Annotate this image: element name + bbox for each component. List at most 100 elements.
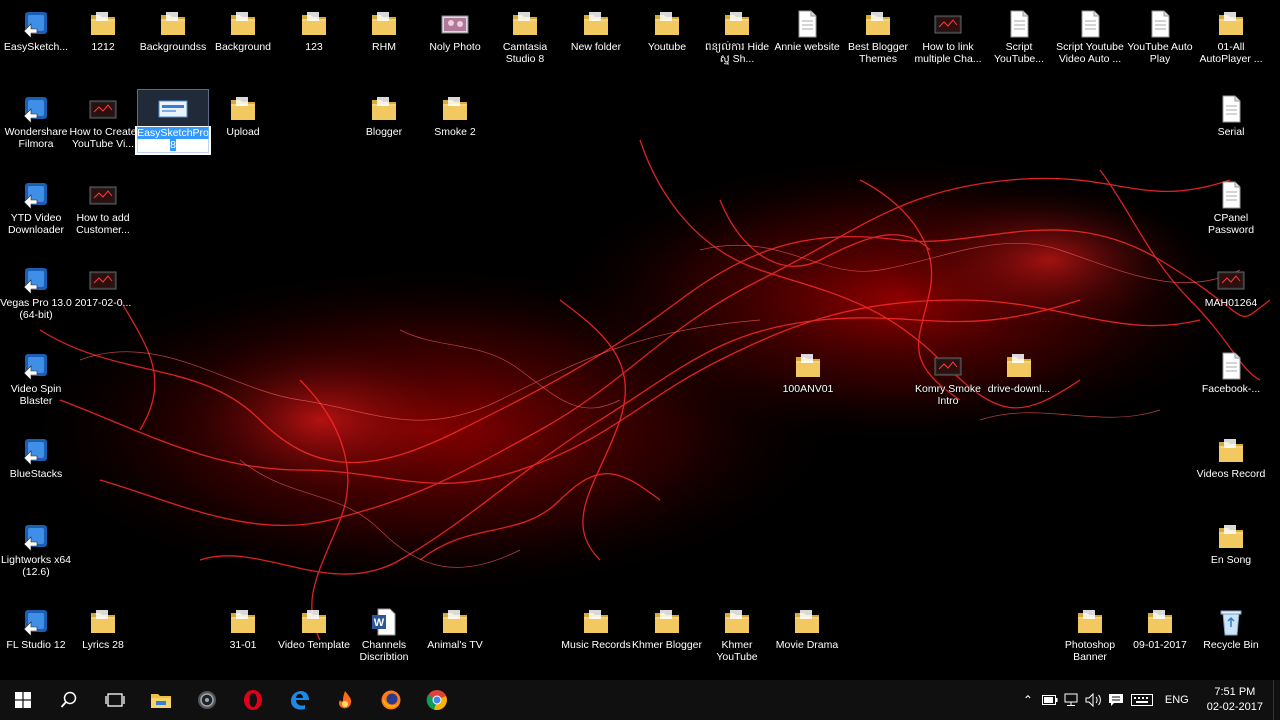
desktop-icon[interactable]: Upload [208,90,278,138]
desktop-icon[interactable]: EasySketch... [1,5,71,53]
desktop-icon[interactable]: Photoshop Banner [1055,603,1125,663]
desktop-icon[interactable]: 100ANV01 [773,347,843,395]
desktop-icon[interactable]: BlueStacks [1,432,71,480]
app-icon-wrap [158,94,188,124]
desktop-icon[interactable]: Video Template [278,603,350,651]
taskbar-clock[interactable]: 7:51 PM 02-02-2017 [1197,685,1273,715]
desktop-icon[interactable]: Movie Drama [772,603,842,651]
show-desktop-button[interactable] [1273,680,1280,720]
desktop-icon[interactable]: RHM [349,5,419,53]
desktop-icon[interactable]: W Channels Discribtion [349,603,419,663]
language-indicator[interactable]: ENG [1157,694,1197,706]
desktop-icon[interactable]: YTD Video Downloader [1,176,71,236]
desktop-icon[interactable]: Facebook-... [1196,347,1266,395]
desktop-icon[interactable]: 123 [279,5,349,53]
desktop-icon[interactable]: Script YouTube... [984,5,1054,65]
desktop-icon[interactable]: How to link multiple Cha... [913,5,983,65]
desktop-icon[interactable]: Noly Photo [420,5,490,53]
rename-input[interactable]: EasySketchPro 8 [135,126,211,155]
start-button[interactable] [0,680,46,720]
desktop-icon[interactable]: Youtube [632,5,702,53]
desktop-icon[interactable]: Lightworks x64 (12.6) [1,518,71,578]
desktop-icon[interactable]: Khmer Blogger [632,603,702,651]
desktop-icon[interactable]: YouTube Auto Play [1125,5,1195,65]
taskbar-opera[interactable] [230,680,276,720]
folder-icon [1219,525,1243,548]
desktop-icon[interactable]: Khmer YouTube [702,603,772,663]
folder-icon-wrap [88,9,118,39]
desktop-icon[interactable]: Video Spin Blaster [1,347,71,407]
desktop-icon-label: Blogger [365,126,403,138]
folder-icon-wrap [722,607,752,637]
desktop-icon[interactable]: Wondershare Filmora [1,90,71,150]
svg-text:W: W [374,617,385,629]
task-view-icon [105,693,125,707]
app-icon [23,97,47,124]
desktop-icon[interactable]: 1212 [68,5,138,53]
folder-icon-wrap [1216,9,1246,39]
desktop-icon[interactable]: drive-downl... [984,347,1054,395]
desktop-icon[interactable]: Camtasia Studio 8 [490,5,560,65]
desktop-icon-selected[interactable]: EasySketchPro 8 [135,89,211,155]
tray-network[interactable] [1061,680,1083,720]
desktop-icon[interactable]: CPanel Password [1196,176,1266,236]
desktop-icon-label: Camtasia Studio 8 [502,41,548,65]
desktop-icon[interactable]: Annie website [772,5,842,53]
desktop-icon[interactable]: How to add Customer... [68,176,138,236]
taskbar-file-explorer[interactable] [138,680,184,720]
tray-action-center[interactable] [1105,680,1127,720]
taskbar-chrome[interactable] [414,680,460,720]
desktop-icon[interactable]: Vegas Pro 13.0 (64-bit) [0,261,72,321]
desktop-icon[interactable]: Smoke 2 [420,90,490,138]
desktop-icon[interactable]: How to Create YouTube Vi... [68,90,138,150]
desktop-icon[interactable]: Komry Smoke Intro [913,347,983,407]
desktop-icon[interactable]: New folder [561,5,631,53]
show-hidden-icons-button[interactable]: ⌃ [1017,680,1039,720]
desktop-icon-label: 100ANV01 [782,383,834,395]
desktop-icon[interactable]: ពន្យល់ការ Hide ស្ន Sh... [702,5,772,65]
desktop-icon[interactable]: Backgroundss [138,5,208,53]
desktop-icon[interactable]: 2017-02-0... [68,261,138,309]
desktop-icon[interactable]: Blogger [349,90,419,138]
taskbar-media-player[interactable] [184,680,230,720]
folder-icon [231,610,255,633]
folder-icon-wrap [228,9,258,39]
desktop-icon[interactable]: FL Studio 12 [1,603,71,651]
desktop-icon[interactable]: 01-All AutoPlayer ... [1196,5,1266,65]
desktop-icon-label: Upload [226,126,260,138]
tray-keyboard[interactable] [1127,680,1157,720]
desktop-icon[interactable]: Lyrics 28 [68,603,138,651]
desktop-icon[interactable]: Animal's TV [420,603,490,651]
folder-icon [866,12,890,35]
folder-icon-wrap [440,94,470,124]
tray-volume[interactable] [1083,680,1105,720]
taskbar-app[interactable] [322,680,368,720]
desktop-icon[interactable]: Videos Record [1196,432,1266,480]
desktop-icon-label: New folder [570,41,622,53]
desktop-icon[interactable]: Serial [1196,90,1266,138]
search-icon [60,691,77,708]
desktop-icon[interactable]: Best Blogger Themes [843,5,913,65]
desktop-icon[interactable]: En Song [1196,518,1266,566]
desktop-icon-label: Best Blogger Themes [847,41,909,65]
desktop-icon[interactable]: MAH01264 [1196,261,1266,309]
desktop-icon-label: CPanel Password [1207,212,1255,236]
desktop-icon[interactable]: 31-01 [208,603,278,651]
task-view-button[interactable] [92,680,138,720]
folder-icon [302,12,326,35]
desktop-icon[interactable]: Recycle Bin [1196,603,1266,651]
doc-icon [1222,95,1241,123]
desktop-icon-label: Noly Photo [429,41,481,53]
folder-icon [302,610,326,633]
search-button[interactable] [46,680,92,720]
doc-icon [1010,10,1029,38]
desktop-icon[interactable]: Script Youtube Video Auto ... [1055,5,1125,65]
desktop-icon[interactable]: 09-01-2017 [1125,603,1195,651]
desktop-icon-label: Khmer Blogger [631,639,703,651]
tray-battery[interactable] [1039,680,1061,720]
taskbar-edge[interactable] [276,680,322,720]
desktop-icon[interactable]: Background [208,5,278,53]
taskbar-firefox[interactable] [368,680,414,720]
desktop-icon[interactable]: Music Records [561,603,631,651]
desktop-icon-label: Vegas Pro 13.0 (64-bit) [0,297,72,321]
